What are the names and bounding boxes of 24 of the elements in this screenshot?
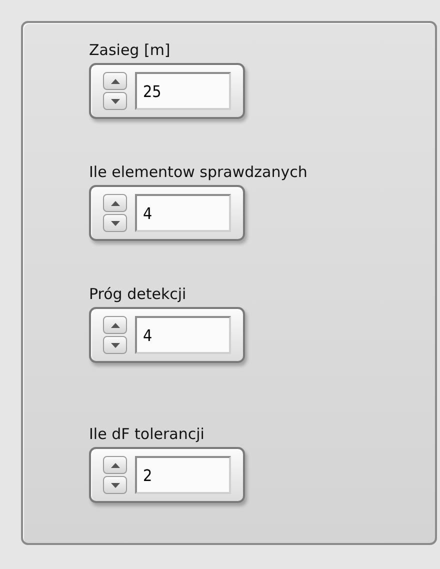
field-label: Zasieg [m] (89, 40, 172, 61)
decrement-button[interactable] (103, 476, 127, 494)
up-arrow-icon (110, 78, 120, 84)
increment-button[interactable] (103, 456, 127, 474)
numeric-input[interactable]: 25 (135, 72, 231, 110)
increment-button[interactable] (103, 316, 127, 334)
numeric-input[interactable]: 2 (135, 456, 231, 494)
up-arrow-icon (110, 200, 120, 206)
field-label: Ile elementow sprawdzanych (89, 162, 308, 183)
numeric-input[interactable]: 4 (135, 194, 231, 232)
decrement-button[interactable] (103, 214, 127, 232)
field-label: Ile dF tolerancji (89, 424, 206, 445)
decrement-button[interactable] (103, 92, 127, 110)
numeric-input[interactable]: 4 (135, 316, 231, 354)
down-arrow-icon (110, 342, 120, 348)
decrement-button[interactable] (103, 336, 127, 354)
up-arrow-icon (110, 462, 120, 468)
down-arrow-icon (110, 220, 120, 226)
increment-button[interactable] (103, 72, 127, 90)
up-arrow-icon (110, 322, 120, 328)
field-label: Próg detekcji (89, 284, 188, 305)
down-arrow-icon (110, 98, 120, 104)
down-arrow-icon (110, 482, 120, 488)
increment-button[interactable] (103, 194, 127, 212)
